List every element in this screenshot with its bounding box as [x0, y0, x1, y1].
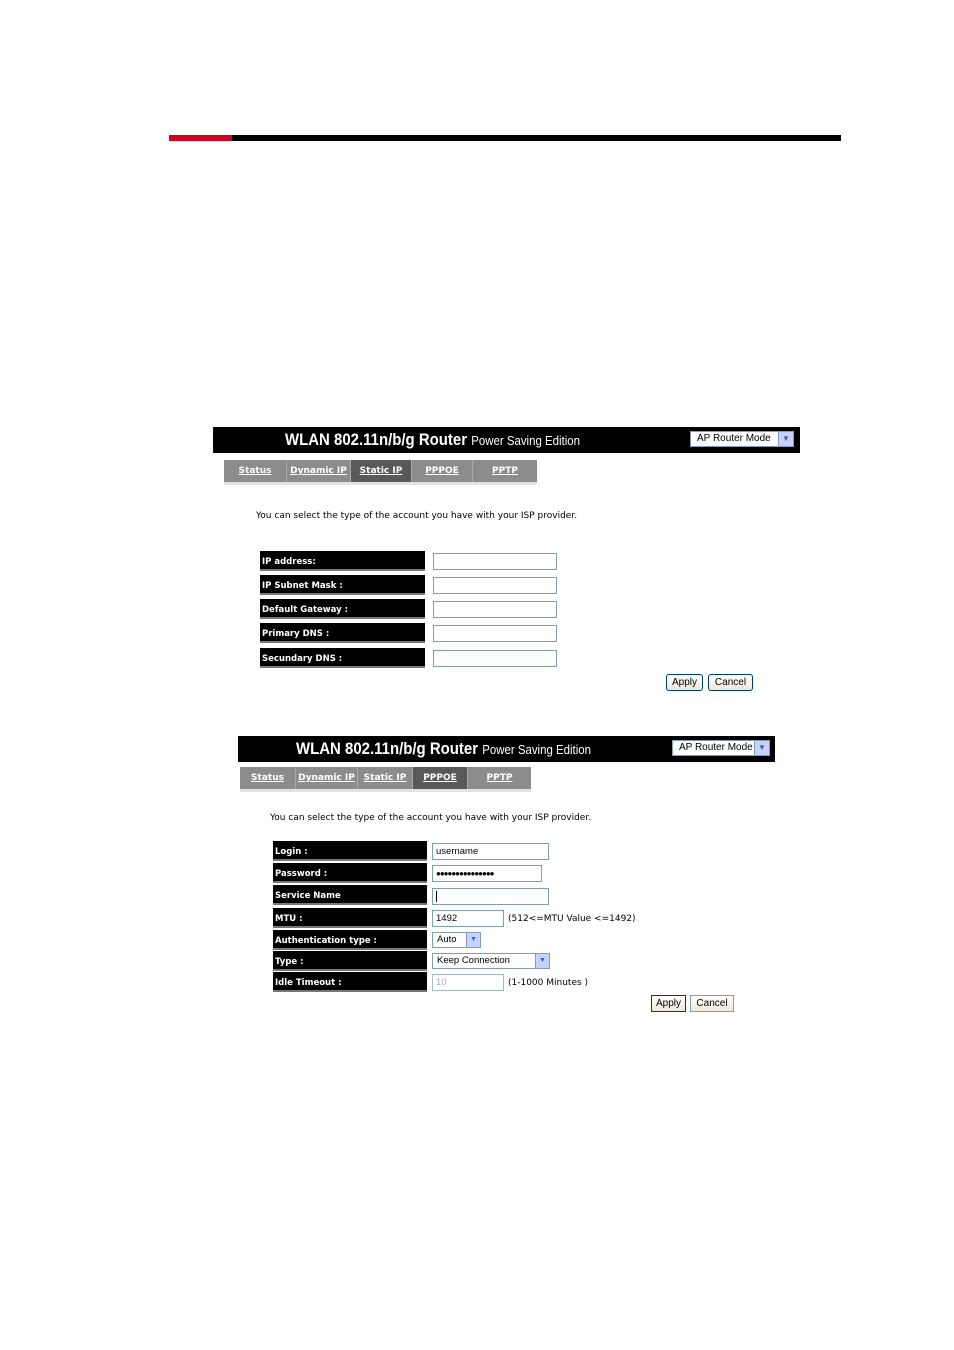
app-title: WLAN 802.11n/b/g Router Power Saving Edi… — [296, 739, 591, 759]
app-header: WLAN 802.11n/b/g Router Power Saving Edi… — [213, 427, 800, 453]
apply-button[interactable]: Apply — [651, 995, 686, 1012]
tab-static-ip[interactable]: Static IP — [358, 767, 413, 789]
login-input[interactable] — [432, 843, 549, 860]
subtitle-text: Power Saving Edition — [471, 433, 580, 448]
app-title: WLAN 802.11n/b/g Router Power Saving Edi… — [285, 430, 580, 450]
type-value: Keep Connection — [437, 955, 510, 966]
title-text: WLAN 802.11n/b/g Router — [285, 430, 468, 449]
secondary-dns-label: Secundary DNS : — [260, 648, 425, 668]
chevron-down-icon: ▼ — [535, 954, 549, 968]
idle-timeout-input[interactable] — [432, 974, 504, 991]
subnet-mask-input[interactable] — [433, 577, 557, 594]
default-gateway-label: Default Gateway : — [260, 599, 425, 619]
accent-bar — [169, 135, 232, 141]
mode-select[interactable]: AP Router Mode ▼ — [672, 740, 770, 756]
tab-pppoe[interactable]: PPPOE — [413, 767, 468, 789]
tab-dynamic-ip[interactable]: Dynamic IP — [287, 460, 351, 482]
ip-address-input[interactable] — [433, 553, 557, 570]
primary-dns-label: Primary DNS : — [260, 623, 425, 643]
mode-select-value: AP Router Mode — [679, 742, 753, 753]
subtitle-text: Power Saving Edition — [482, 742, 591, 757]
title-text: WLAN 802.11n/b/g Router — [296, 739, 479, 758]
mtu-hint: (512<=MTU Value <=1492) — [508, 914, 636, 924]
subnet-mask-label: IP Subnet Mask : — [260, 575, 425, 595]
password-label: Password : — [273, 863, 427, 883]
service-name-label: Service Name — [273, 885, 427, 905]
password-input[interactable] — [432, 865, 542, 882]
apply-button[interactable]: Apply — [666, 674, 703, 691]
cancel-button[interactable]: Cancel — [690, 995, 734, 1012]
tab-status[interactable]: Status — [240, 767, 296, 789]
mode-select[interactable]: AP Router Mode ▼ — [690, 431, 794, 447]
idle-timeout-hint: (1-1000 Minutes ) — [508, 978, 589, 988]
service-name-input[interactable] — [432, 888, 549, 905]
mtu-label: MTU : — [273, 908, 427, 928]
login-label: Login : — [273, 841, 427, 861]
chevron-down-icon: ▼ — [778, 432, 793, 446]
auth-type-select[interactable]: Auto ▼ — [432, 932, 481, 948]
intro-text: You can select the type of the account y… — [256, 511, 578, 521]
mode-select-value: AP Router Mode — [697, 433, 771, 444]
tab-pptp[interactable]: PPTP — [468, 767, 531, 789]
tab-pptp[interactable]: PPTP — [473, 460, 537, 482]
ip-address-label: IP address: — [260, 551, 425, 571]
app-header: WLAN 802.11n/b/g Router Power Saving Edi… — [238, 736, 775, 762]
tab-dynamic-ip[interactable]: Dynamic IP — [296, 767, 358, 789]
type-select[interactable]: Keep Connection ▼ — [432, 953, 550, 969]
tab-static-ip[interactable]: Static IP — [351, 460, 412, 482]
idle-timeout-label: Idle Timeout : — [273, 972, 427, 992]
default-gateway-input[interactable] — [433, 601, 557, 618]
cancel-button[interactable]: Cancel — [708, 674, 753, 691]
auth-type-label: Authentication type : — [273, 930, 427, 950]
text-cursor — [436, 891, 437, 902]
intro-text: You can select the type of the account y… — [270, 813, 592, 823]
tab-pppoe[interactable]: PPPOE — [412, 460, 473, 482]
page-header-rule — [169, 135, 841, 141]
secondary-dns-input[interactable] — [433, 650, 557, 667]
tab-bar: Status Dynamic IP Static IP PPPOE PPTP — [240, 767, 531, 792]
tab-bar: Status Dynamic IP Static IP PPPOE PPTP — [224, 460, 537, 485]
auth-type-value: Auto — [437, 934, 457, 945]
primary-dns-input[interactable] — [433, 625, 557, 642]
tab-status[interactable]: Status — [224, 460, 287, 482]
mtu-input[interactable] — [432, 910, 504, 927]
chevron-down-icon: ▼ — [466, 933, 480, 947]
chevron-down-icon: ▼ — [754, 741, 769, 755]
type-label: Type : — [273, 951, 427, 971]
